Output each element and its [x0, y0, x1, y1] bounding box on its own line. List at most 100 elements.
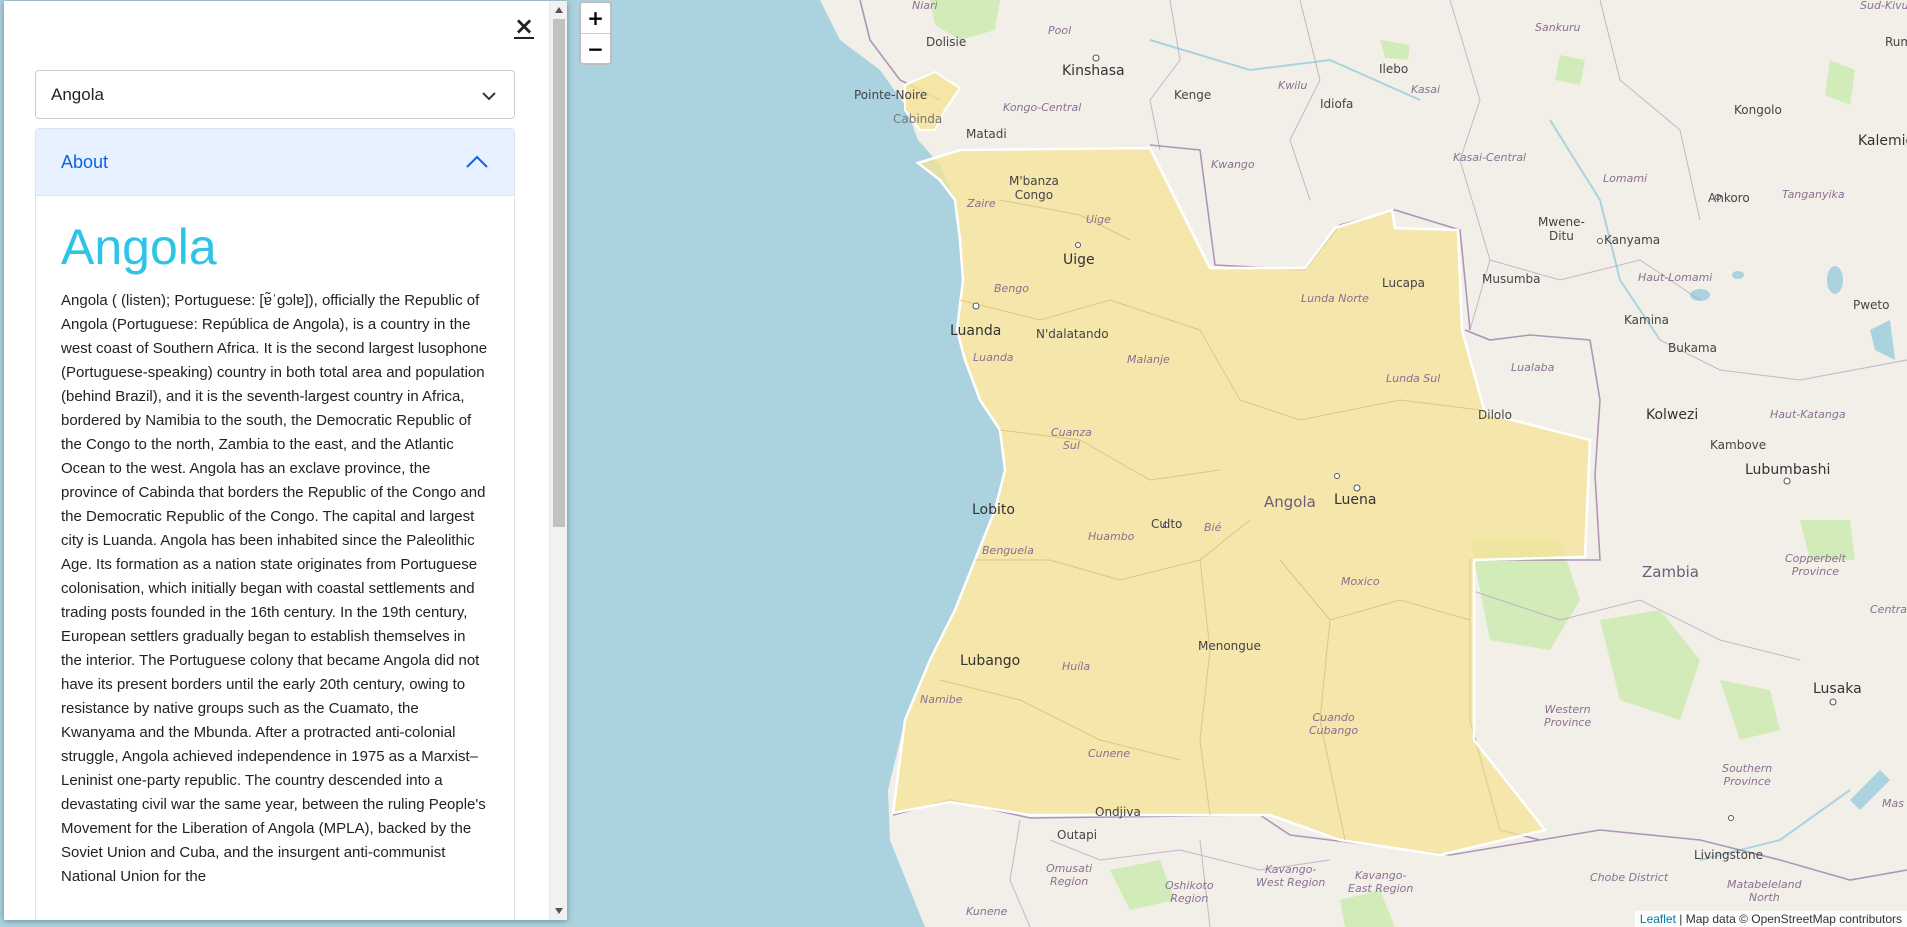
label-cuando-cubango: Cuando Cubango	[1309, 711, 1359, 737]
chevron-down-icon	[482, 88, 496, 106]
sidebar-content: × Angola About Angola Angola ( (listen);…	[4, 1, 549, 920]
country-select-value: Angola	[51, 85, 104, 104]
leaflet-link[interactable]: Leaflet	[1640, 912, 1676, 926]
zoom-in-button[interactable]: +	[581, 3, 610, 33]
label-western-province: Western Province	[1544, 703, 1592, 729]
close-button[interactable]: ×	[514, 14, 535, 39]
label-haut-katanga: Haut-Katanga	[1770, 408, 1846, 421]
label-cabinda: Cabinda	[893, 112, 943, 126]
label-niari: Niari	[912, 0, 938, 12]
label-lualaba: Lualaba	[1511, 361, 1555, 374]
accordion-header-about[interactable]: About	[36, 129, 514, 196]
accordion-header-label: About	[61, 152, 109, 172]
label-ilebo: Ilebo	[1379, 62, 1409, 76]
accordion-body: Angola Angola ( (listen); Portuguese: [ɐ…	[36, 196, 514, 889]
label-pointe-noire: Pointe-Noire	[854, 88, 928, 102]
label-mbanza-congo: M'banza Congo	[1009, 174, 1059, 202]
label-uige-city: Uige	[1063, 252, 1095, 268]
label-lucapa: Lucapa	[1382, 276, 1426, 290]
label-angola-country: Angola	[1264, 493, 1316, 511]
label-luanda-region: Luanda	[973, 351, 1014, 364]
label-rumo: Rumo	[1885, 35, 1907, 49]
label-outapi: Outapi	[1057, 828, 1098, 842]
label-livingstone: Livingstone	[1694, 848, 1763, 862]
label-mwene-ditu: Mwene- Ditu	[1538, 215, 1585, 243]
label-mas: Mas	[1882, 797, 1904, 810]
label-malanje: Malanje	[1127, 353, 1170, 366]
label-kamina: Kamina	[1624, 313, 1669, 327]
label-culto: Culto	[1151, 517, 1183, 531]
label-centra: Centra	[1870, 603, 1907, 616]
label-ankoro: Ankoro	[1708, 191, 1750, 205]
label-cuanza-sul: Cuanza Sul	[1051, 426, 1092, 452]
label-kavango-west: Kavango- West Region	[1256, 863, 1326, 889]
label-lubumbashi: Lubumbashi	[1745, 462, 1831, 478]
label-matadi: Matadi	[966, 127, 1007, 141]
label-kongolo: Kongolo	[1734, 103, 1782, 117]
label-dolisie: Dolisie	[926, 35, 967, 49]
zoom-out-button[interactable]: −	[581, 33, 610, 63]
label-bie: Bié	[1204, 521, 1222, 534]
label-kolwezi: Kolwezi	[1646, 407, 1699, 423]
label-musumba: Musumba	[1482, 272, 1541, 286]
label-lusaka: Lusaka	[1813, 681, 1862, 697]
label-pweto: Pweto	[1853, 298, 1890, 312]
label-sankuru: Sankuru	[1535, 21, 1581, 34]
label-zaire: Zaire	[967, 197, 996, 210]
label-idiofa: Idiofa	[1320, 97, 1354, 111]
about-accordion: About Angola Angola ( (listen); Portugue…	[35, 128, 515, 920]
label-lunda-norte: Lunda Norte	[1301, 292, 1369, 305]
label-ndalatando: N'dalatando	[1036, 327, 1109, 341]
label-huambo: Huambo	[1088, 530, 1135, 543]
label-kunene: Kunene	[966, 905, 1008, 918]
scroll-up-arrow-icon[interactable]	[555, 7, 563, 13]
label-southern-province: Southern Province	[1722, 762, 1773, 788]
sidebar-scrollbar[interactable]	[549, 1, 567, 920]
label-lunda-sul: Lunda Sul	[1386, 372, 1441, 385]
country-select[interactable]: Angola	[35, 70, 515, 119]
label-menongue: Menongue	[1198, 639, 1261, 653]
label-lomami: Lomami	[1603, 172, 1648, 185]
label-tanganyika: Tanganyika	[1782, 188, 1845, 201]
label-bukama: Bukama	[1668, 341, 1717, 355]
label-namibe: Namibe	[920, 693, 963, 706]
label-kinshasa: Kinshasa	[1062, 63, 1125, 79]
label-kanyama: Kanyama	[1604, 233, 1661, 247]
label-moxico: Moxico	[1341, 575, 1380, 588]
label-ondjiva: Ondjiva	[1095, 805, 1141, 819]
label-lubango: Lubango	[960, 653, 1021, 669]
label-bengo: Bengo	[994, 282, 1029, 295]
label-zambia: Zambia	[1642, 563, 1699, 581]
label-kwango: Kwango	[1211, 158, 1255, 171]
label-luanda: Luanda	[950, 323, 1002, 339]
label-benguela: Benguela	[982, 544, 1034, 557]
attribution-text: | Map data © OpenStreetMap contributors	[1675, 912, 1902, 926]
label-uige-region: Uige	[1086, 213, 1111, 226]
label-cunene: Cunene	[1088, 747, 1131, 760]
label-copperbelt: Copperbelt Province	[1785, 552, 1846, 578]
label-chobe-district: Chobe District	[1590, 871, 1669, 884]
map-attribution: Leaflet | Map data © OpenStreetMap contr…	[1634, 911, 1907, 927]
label-oshikoto-region: Oshikoto Region	[1165, 879, 1214, 905]
label-matabeleland-north: Matabeleland North	[1727, 878, 1802, 904]
label-kongo-central: Kongo-Central	[1003, 101, 1082, 114]
scrollbar-thumb[interactable]	[553, 19, 565, 527]
label-lobito: Lobito	[972, 502, 1015, 518]
country-title: Angola	[61, 219, 217, 275]
zoom-control: + −	[579, 1, 612, 65]
label-dilolo: Dilolo	[1478, 408, 1512, 422]
chevron-up-icon	[466, 155, 488, 174]
country-description: Angola ( (listen); Portuguese: [ɐ̃ˈɡɔlɐ]…	[61, 292, 488, 885]
label-pool: Pool	[1048, 24, 1072, 37]
label-haut-lomami: Haut-Lomami	[1638, 271, 1713, 284]
label-kasai-central: Kasai-Central	[1453, 151, 1527, 164]
label-kwilu: Kwilu	[1278, 79, 1308, 92]
label-kavango-east: Kavango- East Region	[1348, 869, 1414, 895]
scroll-down-arrow-icon[interactable]	[555, 908, 563, 914]
label-luena: Luena	[1334, 492, 1377, 508]
label-huila: Huíla	[1062, 660, 1091, 673]
label-kenge: Kenge	[1174, 88, 1212, 102]
label-kasai: Kasai	[1411, 83, 1441, 96]
info-sidebar: × Angola About Angola Angola ( (listen);…	[4, 1, 567, 920]
label-sud-kivu: Sud-Kivu	[1860, 0, 1907, 12]
